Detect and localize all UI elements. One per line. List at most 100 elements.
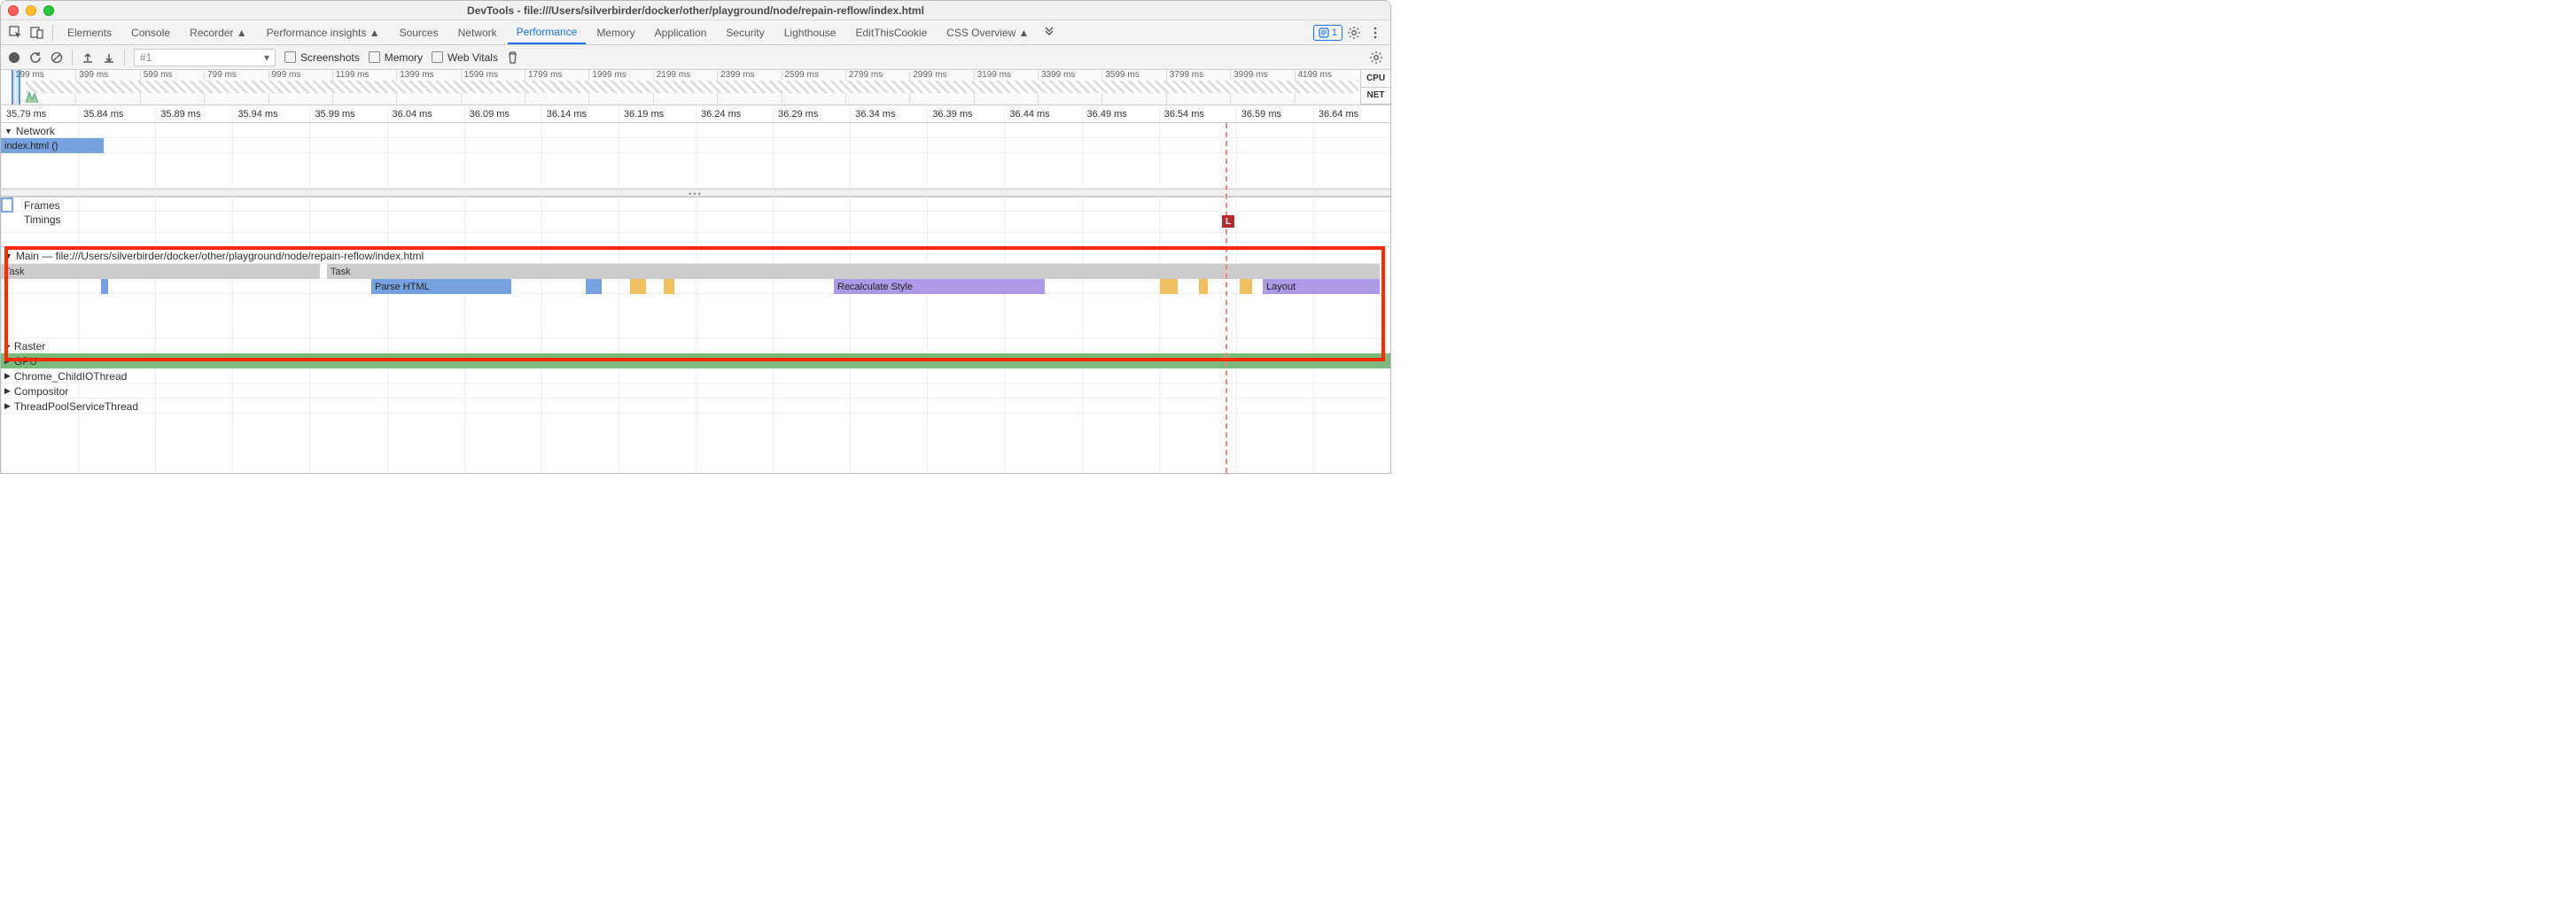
threadpool-track[interactable]: ▶ThreadPoolServiceThread xyxy=(1,399,1390,414)
expand-icon[interactable]: ▶ xyxy=(4,341,11,351)
current-time-line xyxy=(1226,123,1227,473)
timing-marker-l[interactable]: L xyxy=(1222,215,1234,228)
memory-checkbox[interactable]: Memory xyxy=(369,51,423,64)
expand-icon[interactable]: ▶ xyxy=(4,371,11,381)
cpu-label: CPU xyxy=(1361,70,1390,88)
network-track-header[interactable]: ▼Network xyxy=(1,123,1390,138)
ruler-tick: 36.09 ms xyxy=(464,105,541,122)
inspect-icon[interactable] xyxy=(6,23,26,43)
timings-track[interactable]: Timings L xyxy=(1,212,1390,233)
ruler-tick: 35.99 ms xyxy=(309,105,386,122)
collapse-icon[interactable]: ▼ xyxy=(4,127,12,136)
issues-button[interactable]: 1 xyxy=(1313,25,1342,41)
tab-sources[interactable]: Sources xyxy=(391,22,447,43)
overview-side-labels: CPU NET xyxy=(1360,70,1390,105)
tab-lighthouse[interactable]: Lighthouse xyxy=(775,22,845,43)
expand-icon[interactable]: ▶ xyxy=(4,356,11,366)
overview-hatch xyxy=(26,81,1358,93)
network-request-row[interactable]: index.html () xyxy=(1,138,1390,153)
screenshots-checkbox[interactable]: Screenshots xyxy=(284,51,360,64)
collapse-icon[interactable]: ▼ xyxy=(4,252,12,260)
download-icon[interactable] xyxy=(103,51,115,64)
yellow-sliver-2[interactable] xyxy=(664,279,674,294)
network-bar-index-html[interactable]: index.html () xyxy=(1,138,104,153)
ruler-tick: 36.19 ms xyxy=(619,105,696,122)
upload-icon[interactable] xyxy=(82,51,94,64)
perf-settings-icon[interactable] xyxy=(1369,50,1383,65)
profile-select-value: #1 xyxy=(140,51,152,64)
ruler-tick: 36.59 ms xyxy=(1236,105,1313,122)
ruler-tick: 35.79 ms xyxy=(1,105,78,122)
overview-window-handle[interactable] xyxy=(12,70,20,105)
gpu-bar[interactable] xyxy=(1,353,1390,368)
parse-html-bar[interactable]: Parse HTML xyxy=(371,279,511,294)
frames-track[interactable]: Frames xyxy=(1,197,1390,212)
layout-bar[interactable]: Layout xyxy=(1263,279,1380,294)
delete-icon[interactable] xyxy=(507,51,518,64)
ruler-tick: 36.04 ms xyxy=(387,105,464,122)
spacer-row xyxy=(1,233,1390,248)
yellow-sliver-5[interactable] xyxy=(1240,279,1252,294)
tab-recorder-[interactable]: Recorder ▲ xyxy=(181,22,256,43)
ruler-tick: 36.39 ms xyxy=(927,105,1004,122)
yellow-sliver-1[interactable] xyxy=(630,279,646,294)
flame-chart[interactable]: ▼Network index.html () ••• Frames Timing… xyxy=(1,123,1390,473)
ruler-tick: 36.29 ms xyxy=(773,105,850,122)
profile-select[interactable]: #1 ▾ xyxy=(134,49,276,66)
tab-console[interactable]: Console xyxy=(122,22,179,43)
ruler-tick: 36.24 ms xyxy=(696,105,773,122)
window-title: DevTools - file:///Users/silverbirder/do… xyxy=(1,4,1390,17)
time-ruler[interactable]: 35.79 ms35.84 ms35.89 ms35.94 ms35.99 ms… xyxy=(1,105,1390,123)
tab-css-overview-[interactable]: CSS Overview ▲ xyxy=(938,22,1038,43)
more-tabs-icon[interactable] xyxy=(1039,23,1059,43)
tab-network[interactable]: Network xyxy=(449,22,506,43)
timeline-overview[interactable]: 199 ms399 ms599 ms799 ms999 ms1199 ms139… xyxy=(1,70,1390,105)
expand-icon[interactable]: ▶ xyxy=(4,386,11,396)
activity-row: Parse HTML Recalculate Style Layout xyxy=(1,279,1390,294)
record-icon[interactable] xyxy=(8,51,20,64)
collapse-separator[interactable]: ••• xyxy=(1,189,1390,197)
ruler-tick: 35.84 ms xyxy=(78,105,155,122)
raster-track[interactable]: ▶Raster xyxy=(1,338,1390,353)
net-label: NET xyxy=(1361,88,1390,105)
task-bar-2[interactable]: Task xyxy=(327,264,1380,279)
ruler-tick: 36.44 ms xyxy=(1004,105,1081,122)
ruler-tick: 36.14 ms xyxy=(541,105,619,122)
devtools-window: DevTools - file:///Users/silverbirder/do… xyxy=(0,0,1391,474)
tab-performance-insights-[interactable]: Performance insights ▲ xyxy=(258,22,389,43)
settings-icon[interactable] xyxy=(1344,23,1364,43)
yellow-sliver-3[interactable] xyxy=(1160,279,1178,294)
ruler-tick: 35.89 ms xyxy=(155,105,232,122)
issues-count: 1 xyxy=(1332,27,1337,38)
clear-icon[interactable] xyxy=(51,51,63,64)
main-empty xyxy=(1,294,1390,338)
device-toggle-icon[interactable] xyxy=(27,23,47,43)
chrome-io-track[interactable]: ▶Chrome_ChildIOThread xyxy=(1,368,1390,384)
task-bar-1[interactable]: Task xyxy=(1,264,320,279)
tab-editthiscookie[interactable]: EditThisCookie xyxy=(846,22,936,43)
tiny-bar[interactable] xyxy=(101,279,108,294)
tab-application[interactable]: Application xyxy=(646,22,716,43)
web-vitals-checkbox[interactable]: Web Vitals xyxy=(432,51,498,64)
tab-security[interactable]: Security xyxy=(717,22,773,43)
tab-memory[interactable]: Memory xyxy=(588,22,643,43)
compositor-track[interactable]: ▶Compositor xyxy=(1,384,1390,399)
yellow-sliver-4[interactable] xyxy=(1199,279,1208,294)
reload-icon[interactable] xyxy=(29,51,42,64)
main-track-header[interactable]: ▼Main — file:///Users/silverbirder/docke… xyxy=(1,248,1390,264)
kebab-menu-icon[interactable] xyxy=(1366,23,1385,43)
perf-toolbar: #1 ▾ Screenshots Memory Web Vitals xyxy=(1,45,1390,70)
tab-elements[interactable]: Elements xyxy=(58,22,121,43)
ruler-tick: 36.54 ms xyxy=(1159,105,1236,122)
blue-sliver[interactable] xyxy=(586,279,602,294)
titlebar: DevTools - file:///Users/silverbirder/do… xyxy=(1,1,1390,20)
frame-marker[interactable] xyxy=(1,198,13,213)
ruler-tick: 36.64 ms xyxy=(1313,105,1390,122)
ruler-tick: 36.49 ms xyxy=(1082,105,1159,122)
recalculate-style-bar[interactable]: Recalculate Style xyxy=(834,279,1045,294)
network-empty xyxy=(1,153,1390,189)
gpu-track[interactable]: ▶GPU xyxy=(1,353,1390,368)
expand-icon[interactable]: ▶ xyxy=(4,401,11,411)
task-row: Task Task xyxy=(1,264,1390,279)
tab-performance[interactable]: Performance xyxy=(508,21,587,44)
